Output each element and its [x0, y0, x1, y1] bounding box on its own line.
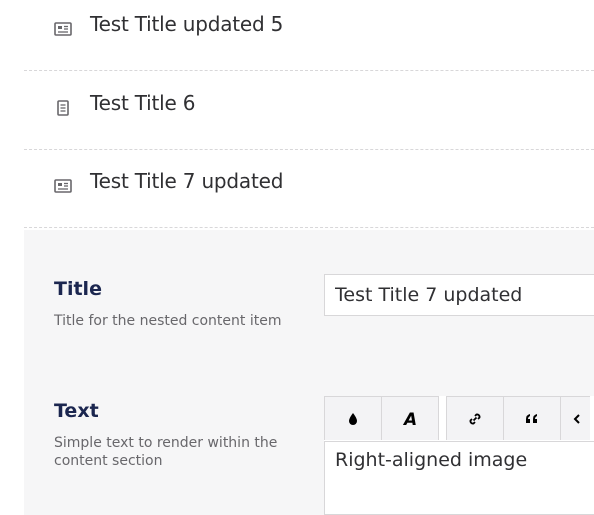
list-item-label: Test Title 6	[90, 91, 196, 115]
document-icon	[54, 99, 72, 117]
title-property-label: Title	[54, 278, 102, 300]
color-drop-icon[interactable]	[324, 396, 382, 440]
font-style-icon[interactable]: A	[381, 396, 439, 440]
list-item-label: Test Title 7 updated	[90, 169, 284, 193]
text-property-description: Simple text to render within the content…	[54, 435, 278, 469]
list-item[interactable]: Test Title 6	[24, 72, 594, 150]
list-item[interactable]: Test Title 7 updated	[24, 150, 594, 228]
newspaper-icon	[54, 177, 72, 195]
text-property-label: Text	[54, 400, 99, 422]
code-icon[interactable]	[560, 396, 590, 440]
list-item[interactable]: Test Title updated 5	[24, 0, 594, 71]
quote-icon[interactable]	[503, 396, 561, 440]
svg-text:A: A	[402, 410, 417, 428]
title-input[interactable]	[324, 274, 594, 316]
editor-content[interactable]: Right-aligned image	[335, 449, 527, 471]
title-property-description: Title for the nested content item	[54, 313, 282, 329]
list-item-label: Test Title updated 5	[90, 12, 284, 36]
editor-toolbar: A	[324, 396, 594, 442]
link-icon[interactable]	[446, 396, 504, 440]
newspaper-icon	[54, 20, 72, 38]
content-editor-panel: Title Title for the nested content item …	[24, 230, 594, 515]
